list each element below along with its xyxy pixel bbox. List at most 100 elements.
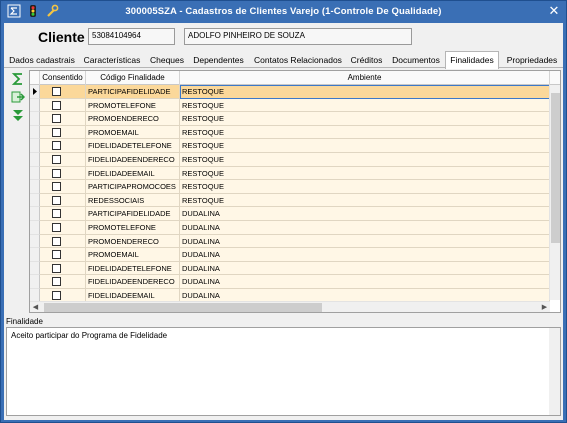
tab-dependentes[interactable]: Dependentes (191, 53, 246, 68)
column-consentido[interactable]: Consentido (40, 71, 86, 85)
ambiente-cell[interactable]: RESTOQUE (180, 166, 550, 181)
consentido-checkbox[interactable] (52, 263, 61, 273)
sum-icon[interactable] (11, 72, 25, 86)
tab-contatos-relacionados[interactable]: Contatos Relacionados (252, 53, 344, 68)
codigo-finalidade-cell[interactable]: PROMOENDERECO (86, 234, 180, 249)
consentido-checkbox[interactable] (52, 250, 61, 260)
finalidade-memo[interactable]: Aceito participar do Programa de Fidelid… (6, 327, 561, 416)
table-row[interactable]: PARTICIPAPROMOCOES RESTOQUE (30, 180, 550, 194)
ambiente-cell[interactable]: DUDALINA (180, 234, 550, 249)
tab-caracteristicas[interactable]: Características (81, 53, 143, 68)
table-row[interactable]: FIDELIDADEEMAIL RESTOQUE (30, 166, 550, 181)
codigo-finalidade-cell[interactable]: FIDELIDADEENDERECO (86, 275, 180, 289)
memo-scrollbar[interactable] (549, 328, 560, 415)
consentido-checkbox[interactable] (52, 114, 61, 124)
codigo-finalidade-cell[interactable]: FIDELIDADEENDERECO (86, 153, 180, 167)
expand-icon[interactable] (11, 108, 25, 122)
consentido-checkbox[interactable] (52, 127, 61, 137)
row-indicator[interactable] (30, 180, 40, 194)
tab-dados-cadastrais[interactable]: Dados cadastrais (8, 53, 76, 68)
consentido-checkbox[interactable] (52, 141, 61, 151)
table-row[interactable]: PROMOTELEFONE DUDALINA (30, 221, 550, 235)
ambiente-cell[interactable]: DUDALINA (180, 207, 550, 221)
table-row[interactable]: FIDELIDADEENDERECO DUDALINA (30, 275, 550, 289)
scroll-left-icon[interactable]: ◀ (30, 302, 41, 312)
table-row[interactable]: PROMOEMAIL DUDALINA (30, 248, 550, 262)
ambiente-cell[interactable]: RESTOQUE (180, 125, 550, 140)
cliente-codigo-field[interactable]: 53084104964 (88, 28, 175, 45)
row-indicator[interactable] (30, 193, 40, 208)
ambiente-cell[interactable]: RESTOQUE (180, 139, 550, 153)
ambiente-cell[interactable]: RESTOQUE (180, 85, 550, 99)
row-indicator[interactable] (30, 221, 40, 235)
table-row[interactable]: PROMOENDERECO RESTOQUE (30, 112, 550, 126)
codigo-finalidade-cell[interactable]: FIDELIDADEEMAIL (86, 166, 180, 181)
tab-cheques[interactable]: Cheques (148, 53, 186, 68)
row-indicator[interactable] (30, 166, 40, 181)
ambiente-cell[interactable]: RESTOQUE (180, 193, 550, 208)
ambiente-cell[interactable]: RESTOQUE (180, 180, 550, 194)
table-row[interactable]: FIDELIDADETELEFONE DUDALINA (30, 261, 550, 276)
row-indicator[interactable] (30, 261, 40, 276)
codigo-finalidade-cell[interactable]: FIDELIDADETELEFONE (86, 261, 180, 276)
row-indicator[interactable] (30, 153, 40, 167)
cliente-nome-field[interactable]: ADOLFO PINHEIRO DE SOUZA (184, 28, 412, 45)
ambiente-cell[interactable]: RESTOQUE (180, 153, 550, 167)
row-indicator[interactable] (30, 125, 40, 140)
consentido-checkbox[interactable] (52, 223, 61, 232)
row-indicator[interactable] (30, 248, 40, 262)
row-indicator[interactable] (30, 98, 40, 113)
export-icon[interactable] (11, 90, 26, 104)
table-row[interactable]: PROMOTELEFONE RESTOQUE (30, 98, 550, 113)
row-indicator[interactable] (30, 275, 40, 289)
vertical-scrollbar[interactable] (549, 85, 560, 300)
codigo-finalidade-cell[interactable]: PARTICIPAFIDELIDADE (86, 207, 180, 221)
horizontal-scrollbar[interactable]: ◀ ▶ (30, 301, 550, 312)
tab-propriedades[interactable]: Propriedades (504, 53, 560, 68)
codigo-finalidade-cell[interactable]: PROMOEMAIL (86, 125, 180, 140)
row-indicator[interactable] (30, 234, 40, 249)
close-button[interactable]: ✕ (547, 4, 561, 18)
ambiente-cell[interactable]: DUDALINA (180, 275, 550, 289)
consentido-checkbox[interactable] (52, 168, 61, 178)
consentido-checkbox[interactable] (52, 209, 61, 219)
column-ambiente[interactable]: Ambiente (180, 71, 550, 85)
table-row[interactable]: PARTICIPAFIDELIDADE RESTOQUE (30, 85, 550, 99)
consentido-checkbox[interactable] (52, 155, 61, 164)
horizontal-scroll-thumb[interactable] (44, 303, 322, 312)
table-row[interactable]: PROMOENDERECO DUDALINA (30, 234, 550, 249)
consentido-checkbox[interactable] (52, 87, 61, 96)
consentido-checkbox[interactable] (52, 277, 61, 287)
codigo-finalidade-cell[interactable]: PROMOTELEFONE (86, 98, 180, 113)
consentido-checkbox[interactable] (52, 195, 61, 205)
codigo-finalidade-cell[interactable]: PARTICIPAFIDELIDADE (86, 85, 180, 99)
tab-finalidades[interactable]: Finalidades (445, 51, 499, 69)
codigo-finalidade-cell[interactable]: PROMOTELEFONE (86, 221, 180, 235)
table-row[interactable]: PARTICIPAFIDELIDADE DUDALINA (30, 207, 550, 221)
tab-creditos[interactable]: Créditos (348, 53, 385, 68)
table-row[interactable]: FIDELIDADEENDERECO RESTOQUE (30, 153, 550, 167)
consentido-checkbox[interactable] (52, 100, 61, 110)
row-indicator[interactable] (30, 112, 40, 126)
ambiente-cell[interactable]: DUDALINA (180, 248, 550, 262)
column-codigo-finalidade[interactable]: Código Finalidade (86, 71, 180, 85)
row-indicator[interactable] (30, 207, 40, 221)
ambiente-cell[interactable]: RESTOQUE (180, 112, 550, 126)
codigo-finalidade-cell[interactable]: PROMOEMAIL (86, 248, 180, 262)
table-row[interactable]: FIDELIDADETELEFONE RESTOQUE (30, 139, 550, 153)
vertical-scroll-thumb[interactable] (551, 93, 560, 243)
codigo-finalidade-cell[interactable]: FIDELIDADETELEFONE (86, 139, 180, 153)
consentido-checkbox[interactable] (52, 291, 61, 300)
ambiente-cell[interactable]: RESTOQUE (180, 98, 550, 113)
codigo-finalidade-cell[interactable]: PARTICIPAPROMOCOES (86, 180, 180, 194)
codigo-finalidade-cell[interactable]: REDESSOCIAIS (86, 193, 180, 208)
ambiente-cell[interactable]: DUDALINA (180, 261, 550, 276)
current-row-indicator[interactable] (30, 85, 40, 99)
tab-documentos[interactable]: Documentos (390, 53, 442, 68)
row-indicator[interactable] (30, 139, 40, 153)
consentido-checkbox[interactable] (52, 236, 61, 246)
ambiente-cell[interactable]: DUDALINA (180, 221, 550, 235)
table-row[interactable]: PROMOEMAIL RESTOQUE (30, 125, 550, 140)
table-row[interactable]: REDESSOCIAIS RESTOQUE (30, 193, 550, 208)
consentido-checkbox[interactable] (52, 182, 61, 192)
